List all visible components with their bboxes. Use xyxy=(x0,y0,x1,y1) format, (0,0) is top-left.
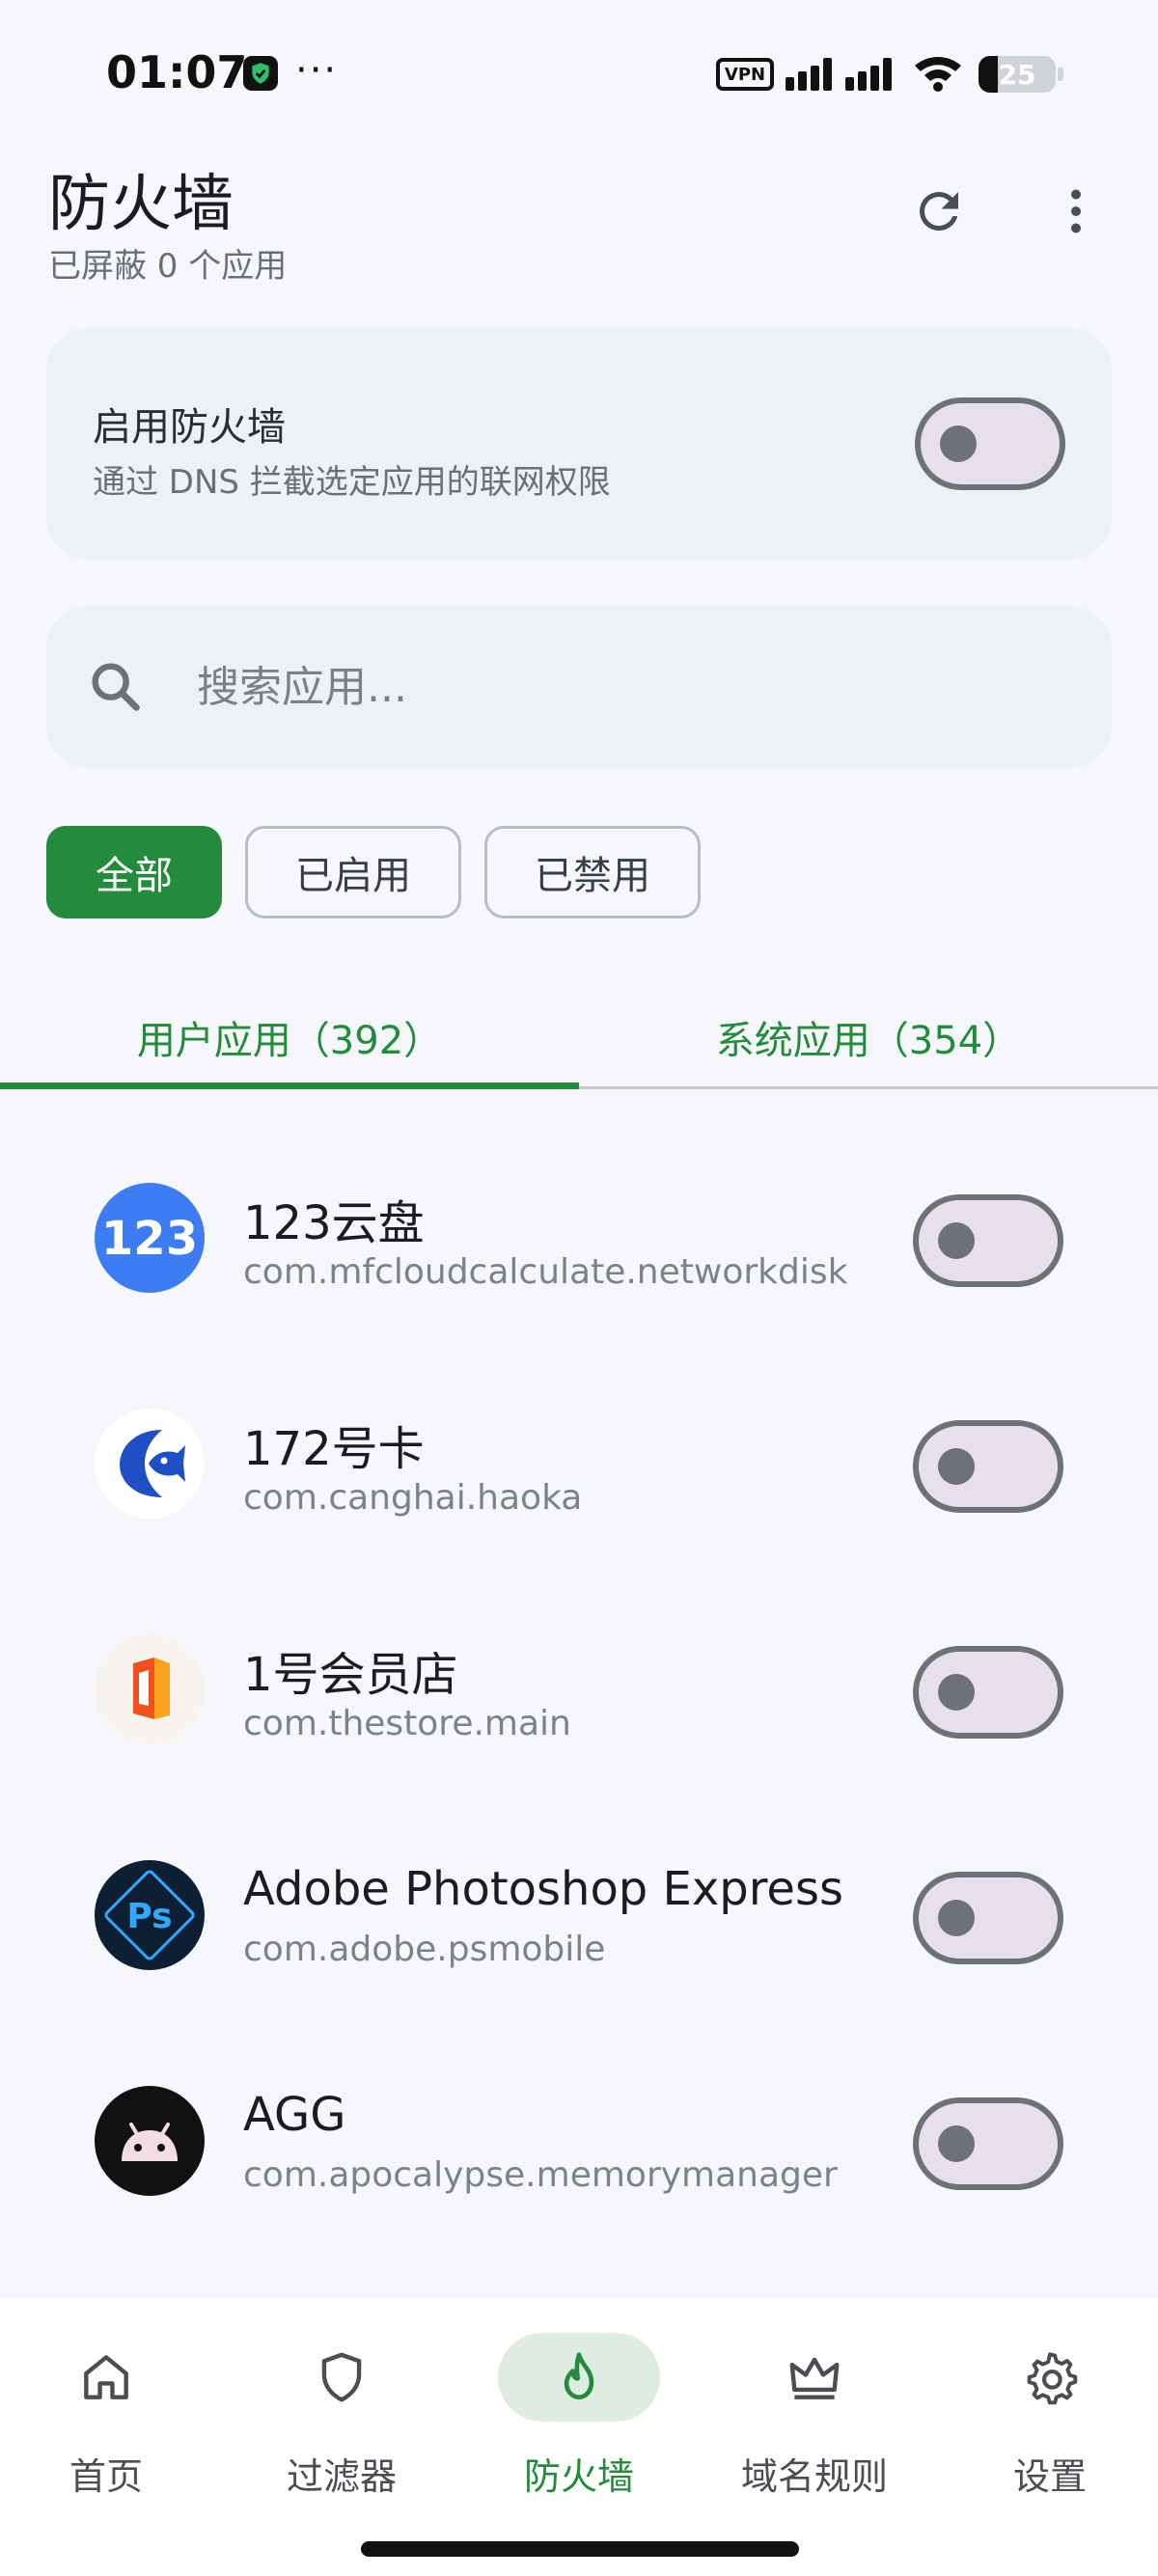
blocked-count: 已屏蔽 0 个应用 xyxy=(48,247,288,286)
app-name: AGG xyxy=(243,2088,346,2142)
list-item[interactable]: 1号会员店 com.thestore.main xyxy=(0,1576,1158,1802)
app-name: 1号会员店 xyxy=(243,1648,458,1702)
status-time: 01:07 xyxy=(106,46,248,98)
switch-knob xyxy=(938,1674,975,1711)
signal-icon xyxy=(786,54,901,96)
app-package: com.apocalypse.memorymanager xyxy=(243,2155,838,2195)
gear-icon xyxy=(1027,2352,1078,2405)
nav-pill xyxy=(969,2333,1131,2422)
filter-chip-disabled[interactable]: 已禁用 xyxy=(484,826,701,918)
app-package: com.thestore.main xyxy=(243,1704,571,1743)
bottom-navigation: 首页 过滤器 防火墙 域名规则 设置 xyxy=(0,2298,1158,2576)
app-package: com.canghai.haoka xyxy=(243,1478,583,1518)
nav-label-filters: 过滤器 xyxy=(286,2455,397,2498)
app-name: 172号卡 xyxy=(243,1422,425,1476)
battery-percent: 25 xyxy=(998,58,1036,91)
vpn-badge: VPN xyxy=(716,58,774,91)
nav-label-settings: 设置 xyxy=(1012,2455,1087,2498)
firewall-enable-description: 通过 DNS 拦截选定应用的联网权限 xyxy=(93,463,611,502)
nav-item-firewall[interactable]: 防火墙 xyxy=(482,2333,676,2526)
switch-knob xyxy=(938,1900,975,1936)
thestore-icon xyxy=(95,1634,205,1744)
nav-label-home: 首页 xyxy=(69,2455,143,2498)
app-package: com.adobe.psmobile xyxy=(243,1930,606,1969)
android-icon xyxy=(95,2086,205,2196)
battery-icon: 25 xyxy=(979,56,1056,93)
app-name: Adobe Photoshop Express xyxy=(243,1862,843,1916)
app-package: com.mfcloudcalculate.networkdisk xyxy=(243,1252,848,1292)
nav-item-domain-rules[interactable]: 域名规则 xyxy=(718,2333,911,2526)
battery-cap xyxy=(1058,68,1063,81)
firewall-enable-card: 启用防火墙 通过 DNS 拦截选定应用的联网权限 xyxy=(46,328,1112,560)
list-item[interactable]: 123 123云盘 com.mfcloudcalculate.networkdi… xyxy=(0,1125,1158,1351)
list-item[interactable]: Ps Adobe Photoshop Express com.adobe.psm… xyxy=(0,1802,1158,2028)
shield-check-icon xyxy=(243,56,278,91)
status-bar: 01:07 ··· VPN 25 xyxy=(0,0,1158,145)
refresh-icon xyxy=(919,191,958,231)
wifi-icon xyxy=(913,54,963,96)
nav-label-firewall: 防火墙 xyxy=(523,2455,634,2498)
list-item[interactable]: 172号卡 com.canghai.haoka xyxy=(0,1351,1158,1576)
more-options-button[interactable] xyxy=(1044,179,1108,243)
refresh-button[interactable] xyxy=(907,179,971,243)
nav-pill-active xyxy=(498,2333,660,2422)
search-icon xyxy=(92,663,140,711)
switch-knob xyxy=(938,1222,975,1259)
tab-indicator xyxy=(0,1082,579,1089)
firewall-enable-switch[interactable] xyxy=(915,397,1065,490)
app-block-switch[interactable] xyxy=(913,1420,1063,1513)
cloud-123-icon: 123 xyxy=(95,1183,205,1293)
more-vert-icon xyxy=(1071,189,1081,233)
app-block-switch[interactable] xyxy=(913,1646,1063,1739)
nav-label-domain-rules: 域名规则 xyxy=(740,2455,888,2498)
notification-dots: ··· xyxy=(295,48,339,93)
page-title: 防火墙 xyxy=(48,169,234,240)
home-indicator[interactable] xyxy=(361,2541,799,2557)
flame-icon xyxy=(564,2352,594,2399)
firewall-enable-title: 启用防火墙 xyxy=(93,405,286,450)
app-block-switch[interactable] xyxy=(913,1194,1063,1287)
crown-icon xyxy=(789,2357,840,2399)
app-block-switch[interactable] xyxy=(913,2097,1063,2190)
nav-pill xyxy=(733,2333,896,2422)
switch-knob xyxy=(940,425,977,462)
nav-item-home[interactable]: 首页 xyxy=(10,2333,203,2526)
switch-knob xyxy=(938,2125,975,2162)
app-name: 123云盘 xyxy=(243,1196,425,1250)
tab-system-apps[interactable]: 系统应用（354） xyxy=(579,994,1158,1081)
svg-text:Ps: Ps xyxy=(126,1897,172,1936)
filter-chip-all[interactable]: 全部 xyxy=(46,826,222,918)
photoshop-icon: Ps xyxy=(95,1860,205,1970)
shield-icon xyxy=(321,2352,362,2402)
nav-pill xyxy=(261,2333,423,2422)
list-item[interactable]: AGG com.apocalypse.memorymanager xyxy=(0,2028,1158,2254)
svg-text:123: 123 xyxy=(101,1212,198,1266)
home-icon xyxy=(84,2355,128,2399)
filter-chip-enabled[interactable]: 已启用 xyxy=(245,826,461,918)
search-input[interactable] xyxy=(197,648,1065,726)
nav-item-filters[interactable]: 过滤器 xyxy=(245,2333,438,2526)
nav-pill xyxy=(25,2333,187,2422)
search-box xyxy=(46,606,1112,768)
switch-knob xyxy=(938,1448,975,1485)
app-block-switch[interactable] xyxy=(913,1872,1063,1964)
nav-item-settings[interactable]: 设置 xyxy=(953,2333,1146,2526)
tab-user-apps[interactable]: 用户应用（392） xyxy=(0,994,579,1081)
haoka-fish-icon xyxy=(95,1409,205,1519)
